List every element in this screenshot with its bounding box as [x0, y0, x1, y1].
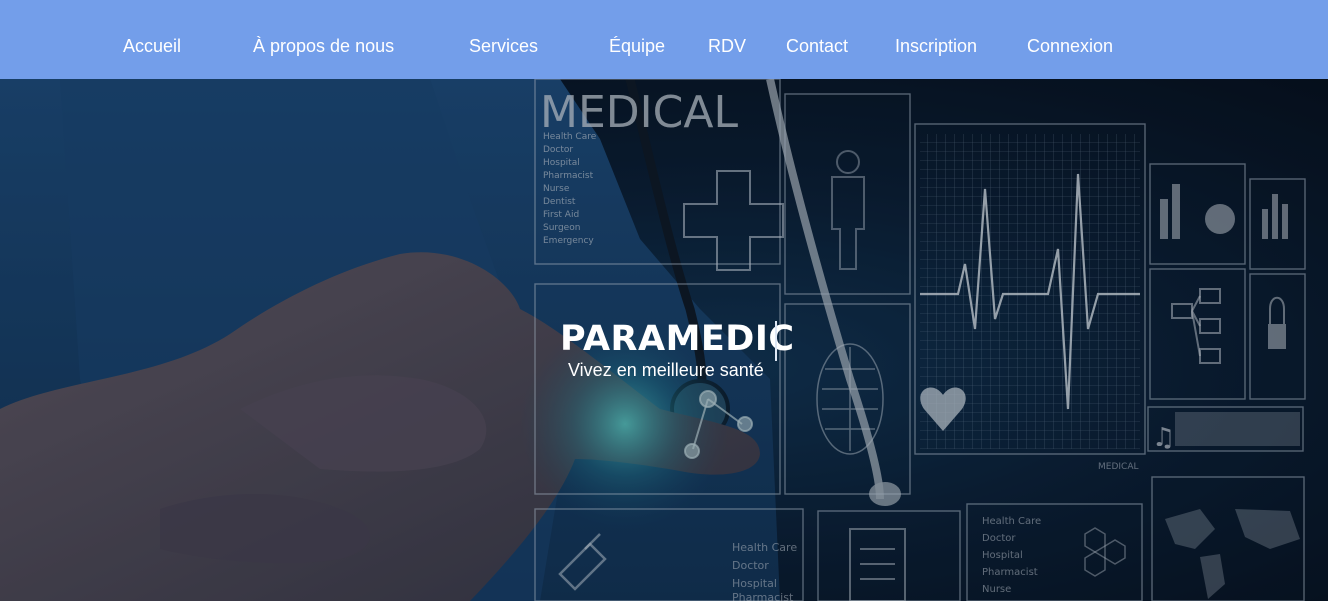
nav-link-connexion[interactable]: Connexion: [1027, 35, 1113, 57]
nav-link-a-propos[interactable]: À propos de nous: [253, 35, 394, 57]
top-navbar: Accueil À propos de nous Services Équipe…: [0, 0, 1328, 79]
nav-link-contact[interactable]: Contact: [786, 35, 848, 57]
hero-title: PARAMEDIC: [560, 319, 795, 359]
typing-caret: [775, 321, 777, 361]
nav-link-accueil[interactable]: Accueil: [123, 35, 181, 57]
nav-link-inscription[interactable]: Inscription: [895, 35, 977, 57]
hero-subtitle: Vivez en meilleure santé: [568, 360, 764, 380]
hero-section: ♫ MEDICAL Health Care Doctor Hospital Ph…: [0, 79, 1328, 601]
nav-link-services[interactable]: Services: [469, 35, 538, 57]
nav-link-rdv[interactable]: RDV: [708, 35, 746, 57]
nav-link-equipe[interactable]: Équipe: [609, 35, 665, 57]
